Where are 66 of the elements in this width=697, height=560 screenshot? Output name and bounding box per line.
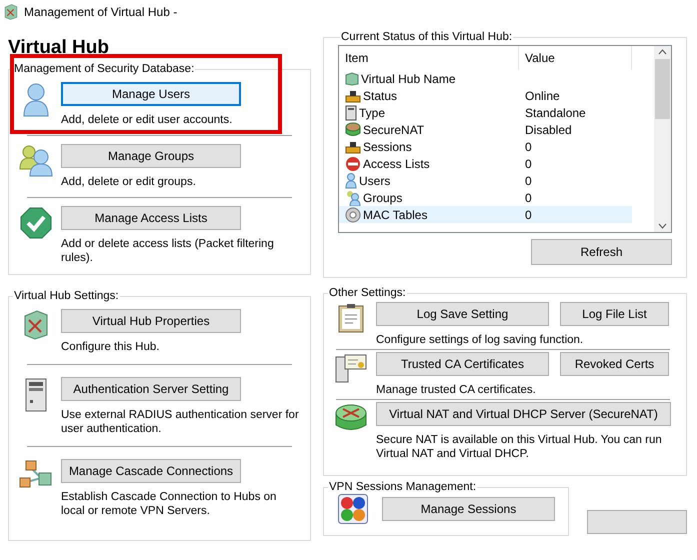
description: Configure settings of log saving function. <box>376 333 584 347</box>
manage-sessions-button[interactable]: Manage Sessions <box>382 497 555 521</box>
item-value: 0 <box>524 172 532 190</box>
scroll-down-icon[interactable] <box>658 223 667 229</box>
item-value: 0 <box>524 138 532 156</box>
server-icon <box>345 104 357 120</box>
server-icon <box>24 378 48 412</box>
action-button[interactable]: Log File List <box>560 302 669 326</box>
group-title: Management of Security Database: <box>13 62 196 76</box>
app-icon <box>4 4 18 20</box>
description: Establish Cascade Connection to Hubs on local or remote VPN Servers. <box>61 490 278 518</box>
description: Manage trusted CA certificates. <box>376 383 537 397</box>
scroll-up-icon[interactable] <box>658 49 667 55</box>
item-name: Virtual Hub Name <box>361 70 456 88</box>
check-icon <box>20 207 52 239</box>
item-name: Access Lists <box>363 156 430 172</box>
table-row[interactable]: MAC Tables 0 <box>339 206 632 223</box>
item-name: SecureNAT <box>363 122 424 138</box>
user-icon <box>22 83 50 117</box>
action-button[interactable]: Trusted CA Certificates <box>376 352 549 376</box>
description: Add, delete or edit user accounts. <box>61 113 234 127</box>
action-button[interactable]: Manage Users <box>61 82 241 106</box>
group-title: Virtual Hub Settings: <box>13 289 120 303</box>
certificate-server-icon <box>335 353 367 383</box>
description: Add, delete or edit groups. <box>61 175 197 189</box>
action-button[interactable]: Manage Cascade Connections <box>61 459 241 483</box>
item-value: 0 <box>524 190 532 206</box>
item-name: Type <box>359 104 386 122</box>
user-icon <box>345 172 357 188</box>
item-value: Online <box>524 88 560 104</box>
window-title: Management of Virtual Hub - <box>24 4 178 21</box>
description: Configure this Hub. <box>61 340 160 354</box>
group-title: Current Status of this Virtual Hub: <box>340 30 514 44</box>
group-title: VPN Sessions Management: <box>328 480 478 494</box>
users-icon <box>19 145 53 177</box>
router-icon <box>345 122 361 138</box>
scroll-thumb[interactable] <box>655 59 670 119</box>
clipboard-icon <box>338 303 364 333</box>
item-name: Sessions <box>363 138 412 156</box>
blank-button[interactable] <box>587 510 687 534</box>
page-heading: Virtual Hub <box>8 37 110 59</box>
item-value: 0 <box>524 156 532 172</box>
users-icon <box>345 190 361 206</box>
stop-icon <box>345 156 361 172</box>
description: Use external RADIUS authentication server for user authentication. <box>61 408 300 436</box>
description: Add or delete access lists (Packet filtering rules). <box>61 237 275 265</box>
item-name: Groups <box>363 190 402 206</box>
hub-icon <box>23 310 49 340</box>
scrollbar[interactable] <box>654 46 671 232</box>
item-value: 0 <box>524 206 532 224</box>
item-name: Status <box>363 88 398 104</box>
action-button[interactable]: Revoked Certs <box>560 352 669 376</box>
item-value: Standalone <box>524 104 586 122</box>
item-name: MAC Tables <box>363 206 428 224</box>
sessions-icon <box>338 494 368 524</box>
action-button[interactable]: Manage Access Lists <box>61 206 241 230</box>
item-name: Users <box>359 172 390 190</box>
action-button[interactable]: Authentication Server Setting <box>61 377 241 401</box>
group-title: Other Settings: <box>328 286 407 300</box>
action-button[interactable]: Virtual NAT and Virtual DHCP Server (SecureNAT) <box>376 402 671 426</box>
refresh-button[interactable]: Refresh <box>531 239 672 265</box>
description: Secure NAT is available on this Virtual Hub. You can run Virtual NAT and Virtual DHCP. <box>376 433 663 461</box>
action-button[interactable]: Log Save Setting <box>376 302 549 326</box>
action-button[interactable]: Virtual Hub Properties <box>61 309 241 333</box>
item-value: Disabled <box>524 122 572 138</box>
action-button[interactable]: Manage Groups <box>61 144 241 168</box>
